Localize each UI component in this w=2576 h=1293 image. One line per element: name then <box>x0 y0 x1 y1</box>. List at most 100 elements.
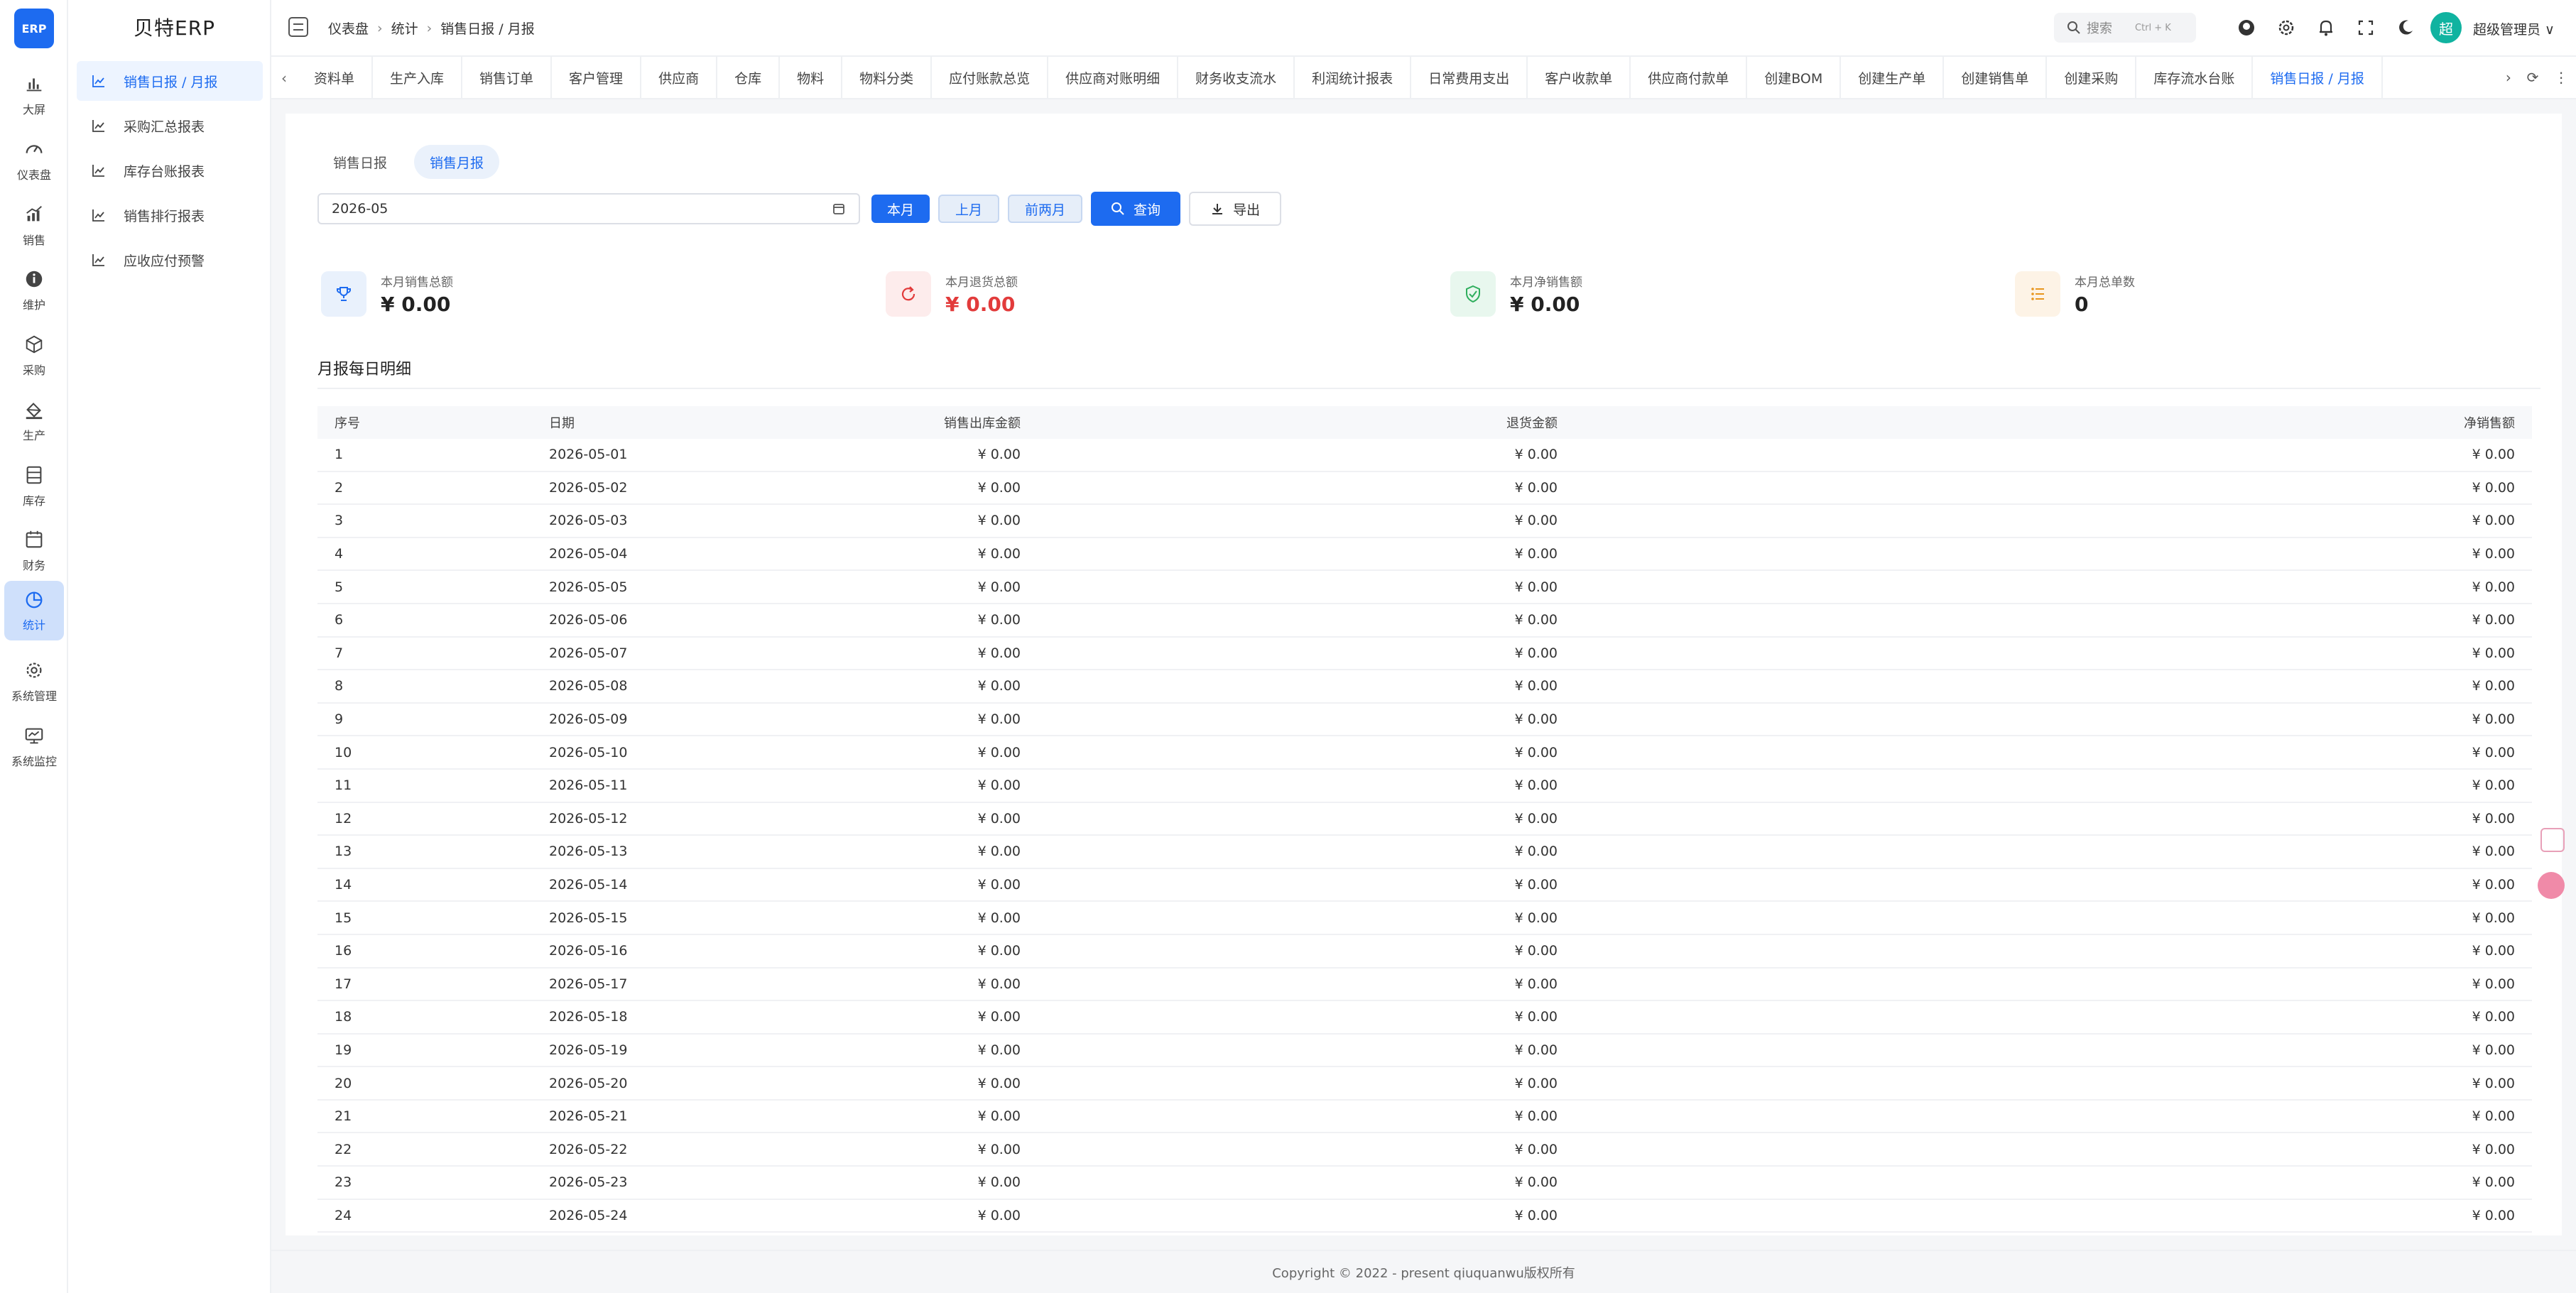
cell-date: 2026-05-03 <box>549 513 628 529</box>
cell-net: ¥ 0.00 <box>2472 943 2515 959</box>
tab[interactable]: 资料单 <box>297 57 374 98</box>
stat-label: 本月销售总额 <box>381 275 453 290</box>
breadcrumb-item[interactable]: 统计 <box>391 18 418 38</box>
filter-toolbar: 2026-05 本月 上月 前两月 查询 导出 <box>317 192 1290 226</box>
cell-net: ¥ 0.00 <box>2472 976 2515 992</box>
cell-index: 16 <box>335 943 352 959</box>
search-icon <box>2067 21 2080 34</box>
this-month-button[interactable]: 本月 <box>871 195 930 223</box>
tab[interactable]: 日常费用支出 <box>1411 57 1528 98</box>
tabs-scroll-left-icon[interactable]: ‹ <box>281 70 287 87</box>
prev-two-months-button[interactable]: 前两月 <box>1008 195 1083 223</box>
rail-item[interactable]: 统计 <box>4 581 64 640</box>
tab[interactable]: 仓库 <box>717 57 781 98</box>
tab[interactable]: 创建采购 <box>2047 57 2137 98</box>
table-row: 23 2026-05-23 ¥ 0.00 ¥ 0.00 ¥ 0.00 <box>317 1167 2532 1200</box>
month-picker[interactable]: 2026-05 <box>317 193 860 224</box>
submenu-item[interactable]: 采购汇总报表 <box>77 106 263 146</box>
tab[interactable]: 应付账款总览 <box>932 57 1049 98</box>
menu-collapse-icon[interactable] <box>288 17 308 37</box>
github-icon[interactable] <box>2236 17 2257 38</box>
cell-date: 2026-05-04 <box>549 546 628 562</box>
cell-date: 2026-05-05 <box>549 579 628 595</box>
list-icon <box>2031 288 2044 300</box>
submenu-item[interactable]: 销售日报 / 月报 <box>77 61 263 101</box>
refresh-tab-icon[interactable]: ⟳ <box>2527 69 2539 86</box>
stat-card: 本月销售总额 ¥ 0.00 <box>321 268 453 320</box>
tab[interactable]: 供应商对账明细 <box>1048 57 1179 98</box>
rail-item[interactable]: 大屏 <box>4 65 64 125</box>
cell-sales: ¥ 0.00 <box>977 778 1021 794</box>
avatar[interactable]: 超 <box>2430 12 2462 43</box>
tab[interactable]: 创建BOM <box>1747 57 1842 98</box>
tab[interactable]: 财务收支流水 <box>1178 57 1295 98</box>
floating-apps-icon[interactable] <box>2540 828 2565 852</box>
bell-icon[interactable] <box>2315 17 2337 38</box>
breadcrumb-item[interactable]: 仪表盘 <box>328 18 369 38</box>
user-menu[interactable]: 超级管理员 ∨ <box>2473 19 2555 38</box>
cell-index: 22 <box>335 1141 352 1157</box>
segment-tab[interactable]: 销售月报 <box>414 145 500 179</box>
stat-label: 本月总单数 <box>2075 275 2135 290</box>
stat-text: 本月净销售额 ¥ 0.00 <box>1510 272 1582 316</box>
cell-returns: ¥ 0.00 <box>1514 844 1558 860</box>
rail-item[interactable]: 生产 <box>4 391 64 451</box>
search-button[interactable]: 搜索 Ctrl + K <box>2054 13 2196 43</box>
rail-item[interactable]: 仪表盘 <box>4 131 64 190</box>
submenu-panel: 贝特ERP 销售日报 / 月报 采购汇总报表 库存台账报表 销售排行报表 应收应付预警 <box>68 0 271 1293</box>
cell-net: ¥ 0.00 <box>2472 844 2515 860</box>
monitor-icon <box>25 728 43 744</box>
tab[interactable]: 创建生产单 <box>1841 57 1945 98</box>
tab[interactable]: 物料 <box>780 57 843 98</box>
calendar-icon <box>833 204 844 214</box>
table-row: 24 2026-05-24 ¥ 0.00 ¥ 0.00 ¥ 0.00 <box>317 1200 2532 1233</box>
shield-check-icon <box>1466 285 1480 303</box>
cell-date: 2026-05-02 <box>549 479 628 496</box>
cell-sales: ¥ 0.00 <box>977 645 1021 661</box>
query-button[interactable]: 查询 <box>1091 192 1181 226</box>
tabs-scroll-right-icon[interactable]: › <box>2506 69 2511 86</box>
erp-logo[interactable]: ERP <box>14 9 54 48</box>
cell-net: ¥ 0.00 <box>2472 546 2515 562</box>
tab[interactable]: 生产入库 <box>373 57 463 98</box>
cell-sales: ¥ 0.00 <box>977 844 1021 860</box>
tab[interactable]: 物料分类 <box>842 57 933 98</box>
submenu-item[interactable]: 销售排行报表 <box>77 195 263 235</box>
more-icon[interactable]: ⋮ <box>2554 69 2568 86</box>
floating-assistant-icon[interactable] <box>2538 872 2565 899</box>
settings-icon[interactable] <box>2276 17 2297 38</box>
tab[interactable]: 销售订单 <box>462 57 553 98</box>
trophy-icon <box>337 287 351 301</box>
tab[interactable]: 创建销售单 <box>1944 57 2048 98</box>
tab[interactable]: 客户管理 <box>552 57 642 98</box>
last-month-button[interactable]: 上月 <box>938 195 1000 223</box>
dark-mode-icon[interactable] <box>2395 17 2416 38</box>
segment-tab[interactable]: 销售日报 <box>317 145 403 179</box>
cell-sales: ¥ 0.00 <box>977 1009 1021 1025</box>
rail-item[interactable]: 系统监控 <box>4 717 64 777</box>
tab[interactable]: 供应商付款单 <box>1631 57 1748 98</box>
cell-sales: ¥ 0.00 <box>977 479 1021 496</box>
submenu-item[interactable]: 库存台账报表 <box>77 151 263 190</box>
rail-item[interactable]: 采购 <box>4 326 64 386</box>
rail-item[interactable]: 财务 <box>4 521 64 581</box>
cell-index: 15 <box>335 910 352 926</box>
rail-item[interactable]: 库存 <box>4 457 64 516</box>
tab[interactable]: 利润统计报表 <box>1295 57 1412 98</box>
tab[interactable]: 供应商 <box>641 57 718 98</box>
rail-item[interactable]: 维护 <box>4 261 64 320</box>
cell-date: 2026-05-12 <box>549 810 628 826</box>
rail-item[interactable]: 系统管理 <box>4 652 64 711</box>
cell-returns: ¥ 0.00 <box>1514 910 1558 926</box>
tab[interactable]: 库存流水台账 <box>2136 57 2254 98</box>
tab[interactable]: 客户收款单 <box>1528 57 1631 98</box>
trend-chart-icon <box>26 206 42 222</box>
export-button[interactable]: 导出 <box>1189 192 1282 226</box>
rail-item[interactable]: 销售 <box>4 196 64 256</box>
submenu-item[interactable]: 应收应付预警 <box>77 240 263 280</box>
fullscreen-icon[interactable] <box>2355 17 2376 38</box>
tab[interactable]: 销售日报 / 月报 <box>2253 57 2383 98</box>
cell-index: 24 <box>335 1207 352 1223</box>
cell-sales: ¥ 0.00 <box>977 943 1021 959</box>
stats-row: 本月销售总额 ¥ 0.00 本月退货总额 ¥ 0.00 本月净销售额 ¥ 0.00 本月总单… <box>321 268 2551 320</box>
